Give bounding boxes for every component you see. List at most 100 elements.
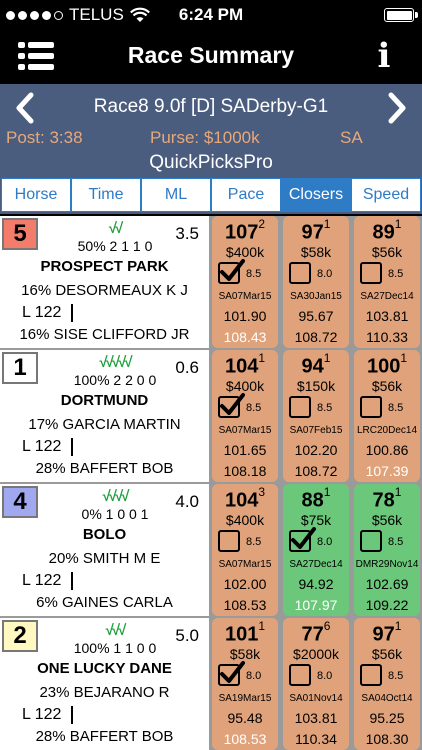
past-race-card[interactable]: 971 $56k 8.5 SA04Oct14 95.25 108.30	[354, 618, 420, 750]
jockey-name: 16% DESORMEAUX K J	[21, 282, 188, 299]
post-number-badge: 1	[2, 352, 38, 384]
past-race-card[interactable]: 781 $56k 8.5 DMR29Nov14 102.69 109.22	[354, 484, 420, 616]
race-purse: Purse: $1000k	[150, 128, 260, 147]
pace-figure: 101.90	[223, 308, 267, 324]
horse-name: DORTMUND	[60, 392, 149, 409]
post-time: Post: 3:38	[6, 128, 83, 147]
jockey-name: 23% BEJARANO R	[39, 684, 170, 701]
race-date: SA30Jan15	[290, 291, 342, 302]
speed-figure: 781	[354, 485, 420, 513]
pace-figure: 95.67	[298, 308, 334, 324]
trainer-name: 28% BAFFERT BOB	[35, 728, 174, 745]
info-icon[interactable]: i	[374, 38, 394, 74]
final-figure: 108.53	[223, 597, 267, 613]
final-figure: 108.53	[223, 731, 267, 747]
figure-value: 78	[372, 489, 395, 512]
final-figure: 108.18	[223, 463, 267, 479]
select-checkbox[interactable]	[360, 396, 382, 418]
distance-value: 8.0	[246, 670, 262, 682]
past-race-card[interactable]: 1011 $58k 8.0 SA19Mar15 95.48 108.53	[212, 618, 278, 750]
past-race-card[interactable]: 941 $150k 8.5 SA07Feb15 102.20 108.72	[283, 350, 349, 482]
horse-row[interactable]: 4 √√√√ 4.0 0% 1 0 0 1 BOLO 20% SMITH M EL 122…	[0, 484, 422, 618]
horse-row[interactable]: 1 √√√√√ 0.6 100% 2 2 0 0 DORTMUND 17% GARCIA …	[0, 350, 422, 484]
sort-tabs: Horse Time ML Pace Closers Speed	[0, 178, 422, 214]
weight-label: L 122	[22, 572, 74, 590]
final-figure: 107.39	[365, 463, 409, 479]
figure-rank: 1	[394, 485, 402, 499]
race-purse: $150k	[296, 378, 336, 394]
race-purse: $400k	[225, 512, 265, 528]
speed-figure: 1001	[354, 351, 420, 379]
distance-value: 8.5	[388, 402, 404, 414]
select-checkbox[interactable]	[289, 396, 311, 418]
distance-value: 8.5	[246, 402, 262, 414]
pace-figure: 103.81	[365, 308, 409, 324]
race-purse: $56k	[371, 646, 403, 662]
rating-checks: √√	[108, 220, 123, 237]
chevron-right-icon[interactable]	[386, 92, 408, 124]
race-date: DMR29Nov14	[355, 559, 419, 570]
figure-value: 101	[224, 623, 259, 646]
figure-rank: 1	[258, 351, 266, 365]
past-race-card[interactable]: 776 $2000k 8.0 SA01Nov14 103.81 110.34	[283, 618, 349, 750]
select-checkbox[interactable]	[218, 393, 245, 418]
figure-rank: 1	[394, 619, 402, 633]
select-checkbox[interactable]	[360, 530, 382, 552]
final-figure: 108.72	[294, 329, 338, 345]
select-checkbox[interactable]	[360, 262, 382, 284]
tab-horse[interactable]: Horse	[1, 178, 71, 212]
tab-time[interactable]: Time	[71, 178, 141, 212]
select-checkbox[interactable]	[218, 530, 240, 552]
past-race-card[interactable]: 881 $75k 8.0 SA27Dec14 94.92 107.97	[283, 484, 349, 616]
horse-info[interactable]: 4 √√√√ 4.0 0% 1 0 0 1 BOLO 20% SMITH M EL 122…	[0, 484, 209, 616]
race-date: SA04Oct14	[361, 693, 413, 704]
distance-value: 8.5	[388, 536, 404, 548]
rating-checks: √√√√√	[99, 354, 132, 371]
horse-info[interactable]: 1 √√√√√ 0.6 100% 2 2 0 0 DORTMUND 17% GARCIA …	[0, 350, 209, 482]
battery-icon	[384, 8, 418, 22]
figure-rank: 1	[323, 485, 331, 499]
pace-figure: 102.69	[365, 576, 409, 592]
tab-pace[interactable]: Pace	[211, 178, 281, 212]
speed-figure: 776	[283, 619, 349, 647]
final-figure: 109.22	[365, 597, 409, 613]
past-race-card[interactable]: 1041 $400k 8.5 SA07Mar15 101.65 108.18	[212, 350, 278, 482]
speed-figure: 971	[354, 619, 420, 647]
horse-row[interactable]: 5 √√ 3.5 50% 2 1 1 0 PROSPECT PARK 16% DESORM…	[0, 216, 422, 350]
select-checkbox[interactable]	[289, 527, 316, 552]
weight-value: L 122	[22, 304, 62, 322]
race-name: Race8 9.0f [D] SADerby-G1	[93, 96, 329, 117]
figure-value: 100	[366, 355, 401, 378]
speed-figure: 881	[283, 485, 349, 513]
past-race-card[interactable]: 1001 $56k 8.5 LRC20Dec14 100.86 107.39	[354, 350, 420, 482]
race-header: Race8 9.0f [D] SADerby-G1 Post: 3:38 Pur…	[0, 84, 422, 178]
tab-closers[interactable]: Closers	[281, 178, 351, 212]
figure-rank: 1	[394, 217, 402, 231]
figure-value: 97	[372, 623, 395, 646]
select-checkbox[interactable]	[218, 661, 245, 686]
pace-figure: 103.81	[294, 710, 338, 726]
past-race-card[interactable]: 971 $58k 8.0 SA30Jan15 95.67 108.72	[283, 216, 349, 348]
jockey-name: 17% GARCIA MARTIN	[28, 416, 181, 433]
horse-info[interactable]: 2 √√√ 5.0 100% 1 1 0 0 ONE LUCKY DANE 23% BEJ…	[0, 618, 209, 750]
race-date: SA07Feb15	[289, 425, 343, 436]
distance-value: 8.5	[246, 536, 262, 548]
horse-info[interactable]: 5 √√ 3.5 50% 2 1 1 0 PROSPECT PARK 16% DESORM…	[0, 216, 209, 348]
tab-ml[interactable]: ML	[141, 178, 211, 212]
horse-stats: 50% 2 1 1 0	[77, 238, 153, 254]
select-checkbox[interactable]	[289, 664, 311, 686]
past-race-card[interactable]: 891 $56k 8.5 SA27Dec14 103.81 110.33	[354, 216, 420, 348]
past-race-card[interactable]: 1072 $400k 8.5 SA07Mar15 101.90 108.43	[212, 216, 278, 348]
tab-speed[interactable]: Speed	[351, 178, 421, 212]
horse-stats: 100% 2 2 0 0	[73, 372, 157, 388]
select-checkbox[interactable]	[360, 664, 382, 686]
pace-figure: 100.86	[365, 442, 409, 458]
speed-figure: 891	[354, 217, 420, 245]
pace-figure: 95.48	[227, 710, 263, 726]
past-race-card[interactable]: 1043 $400k 8.5 SA07Mar15 102.00 108.53	[212, 484, 278, 616]
status-bar: TELUS 6:24 PM	[0, 0, 422, 30]
select-checkbox[interactable]	[218, 259, 245, 284]
select-checkbox[interactable]	[289, 262, 311, 284]
horse-row[interactable]: 2 √√√ 5.0 100% 1 1 0 0 ONE LUCKY DANE 23% BEJ…	[0, 618, 422, 750]
distance-value: 8.0	[317, 536, 333, 548]
